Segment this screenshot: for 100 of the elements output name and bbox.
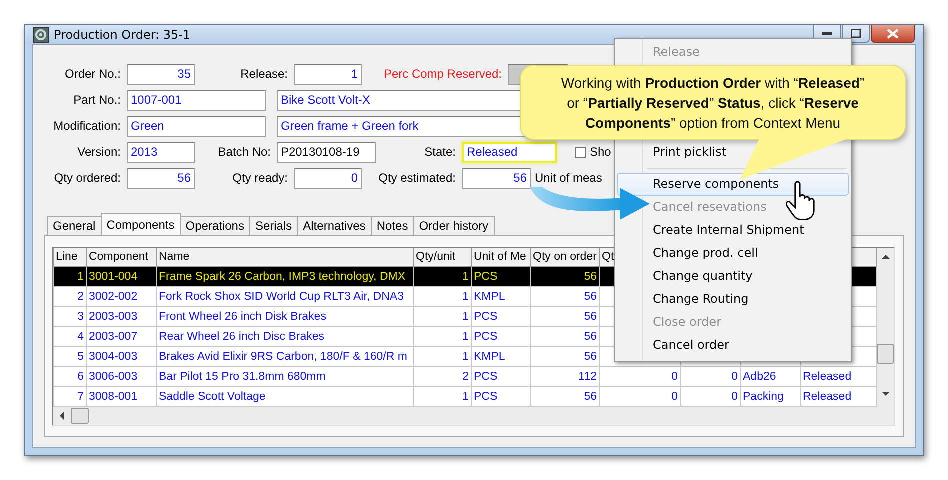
field-label: Qty estimated: (378, 171, 456, 185)
checkbox[interactable] (575, 146, 586, 158)
table-cell: 3002-002 (86, 286, 156, 306)
field-label: Part No.: (72, 93, 121, 107)
table-cell: Fork Rock Shox SID World Cup RLT3 Air, DNA3 (156, 286, 414, 306)
version-field[interactable]: 2013 (127, 142, 195, 162)
scroll-left-icon[interactable] (59, 412, 65, 420)
menu-item[interactable]: Change Routing (617, 288, 849, 311)
field-label: Qty ready: (232, 171, 288, 185)
table-cell: 3004-003 (86, 346, 156, 366)
table-cell: Packing (740, 386, 800, 406)
column-header[interactable]: Qty/unit (414, 248, 472, 266)
menu-item[interactable]: Print picklist (617, 141, 849, 164)
app-icon (33, 26, 49, 42)
vertical-scrollbar[interactable] (877, 248, 894, 425)
table-cell: 56 (530, 286, 600, 306)
table-cell: Bar Pilot 15 Pro 31.8mm 680mm (156, 366, 414, 386)
order-number-field[interactable]: 35 (127, 64, 195, 84)
field-label: State: (424, 145, 456, 159)
table-cell: 6 (54, 366, 86, 386)
horizontal-scrollbar[interactable] (53, 407, 877, 425)
tab[interactable]: Order history (413, 216, 495, 235)
close-button[interactable] (871, 25, 915, 43)
table-cell: 1 (414, 286, 472, 306)
state-field[interactable]: Released (462, 142, 557, 162)
table-cell: 0 (600, 386, 680, 406)
table-cell: 56 (530, 346, 600, 366)
field-label: Version: (76, 145, 121, 159)
column-header[interactable]: Line (54, 248, 86, 266)
table-cell: 56 (530, 266, 600, 286)
qty-ordered-field[interactable]: 56 (127, 168, 195, 188)
table-cell: 2 (414, 366, 472, 386)
table-cell: 0 (680, 386, 740, 406)
field-label: Unit of meas (535, 171, 602, 185)
table-cell: 56 (530, 326, 600, 346)
table-cell: Frame Spark 26 Carbon, IMP3 technology, DMX (156, 266, 414, 286)
table-cell: 1 (414, 386, 472, 406)
tab[interactable]: General (47, 216, 102, 235)
table-cell: PCS (472, 366, 530, 386)
menu-item[interactable]: Change prod. cell (617, 242, 849, 265)
table-cell: 3006-003 (86, 366, 156, 386)
maximize-button[interactable] (842, 25, 870, 43)
tab[interactable]: Operations (180, 216, 250, 235)
field-label: Perc Comp Reserved: (382, 67, 502, 81)
table-cell: 3001-004 (86, 266, 156, 286)
table-cell: 5 (54, 346, 86, 366)
table-cell: 3008-001 (86, 386, 156, 406)
scroll-thumb[interactable] (877, 344, 894, 364)
table-cell: 112 (530, 366, 600, 386)
table-cell: 7 (54, 386, 86, 406)
menu-item[interactable]: Cancel order (617, 334, 849, 357)
table-cell: 4 (54, 326, 86, 346)
qty-estimated-field[interactable]: 56 (462, 168, 531, 188)
column-header[interactable]: Name (156, 248, 414, 266)
table-cell: 1 (414, 326, 472, 346)
table-cell: Front Wheel 26 inch Disk Brakes (156, 306, 414, 326)
batch-number-field[interactable]: P20130108-19 (277, 142, 376, 162)
table-cell: 56 (530, 386, 600, 406)
scroll-down-icon[interactable] (882, 392, 890, 397)
checkbox-label: Sho (590, 145, 612, 159)
table-cell: 2003-003 (86, 306, 156, 326)
scroll-thumb[interactable] (71, 408, 89, 424)
table-cell: 3 (54, 306, 86, 326)
column-header[interactable]: Qty on order (530, 248, 600, 266)
maximize-icon[interactable] (851, 29, 861, 38)
menu-item[interactable]: Change quantity (617, 265, 849, 288)
table-cell: KMPL (472, 286, 530, 306)
table-cell: 1 (414, 346, 472, 366)
scroll-up-icon[interactable] (882, 254, 890, 259)
tab[interactable]: Components (100, 213, 181, 235)
field-label: Batch No: (217, 145, 271, 159)
release-field[interactable]: 1 (294, 64, 362, 84)
table-cell: 56 (530, 306, 600, 326)
table-cell: Rear Wheel 26 inch Disc Brakes (156, 326, 414, 346)
part-number-field[interactable]: 1007-001 (127, 90, 266, 110)
qty-ready-field[interactable]: 0 (294, 168, 362, 188)
close-icon[interactable] (887, 28, 899, 38)
hand-cursor-icon (786, 180, 816, 222)
table-cell: 2003-007 (86, 326, 156, 346)
menu-item[interactable]: Reserve components (617, 173, 849, 196)
field-label: Order No.: (64, 67, 121, 81)
table-cell: Brakes Avid Elixir 9RS Carbon, 180/F & 160/R m (156, 346, 414, 366)
table-cell: PCS (472, 386, 530, 406)
table-cell: PCS (472, 306, 530, 326)
window-title: Production Order: 35-1 (54, 28, 191, 42)
table-cell: PCS (472, 266, 530, 286)
table-cell: Saddle Scott Voltage (156, 386, 414, 406)
column-header[interactable]: Unit of Me (472, 248, 530, 266)
field-label: Modification: (52, 119, 121, 133)
table-cell: PCS (472, 326, 530, 346)
table-cell: 1 (54, 266, 86, 286)
menu-item[interactable]: Create Internal Shipment (617, 219, 849, 242)
minimize-icon[interactable] (822, 32, 832, 36)
table-cell: 0 (600, 366, 680, 386)
modification-field[interactable]: Green (127, 116, 266, 136)
column-header[interactable]: Component (86, 248, 156, 266)
table-cell: Adb26 (740, 366, 800, 386)
table-cell: 1 (414, 266, 472, 286)
table-cell: KMPL (472, 346, 530, 366)
field-label: Qty ordered: (53, 171, 121, 185)
